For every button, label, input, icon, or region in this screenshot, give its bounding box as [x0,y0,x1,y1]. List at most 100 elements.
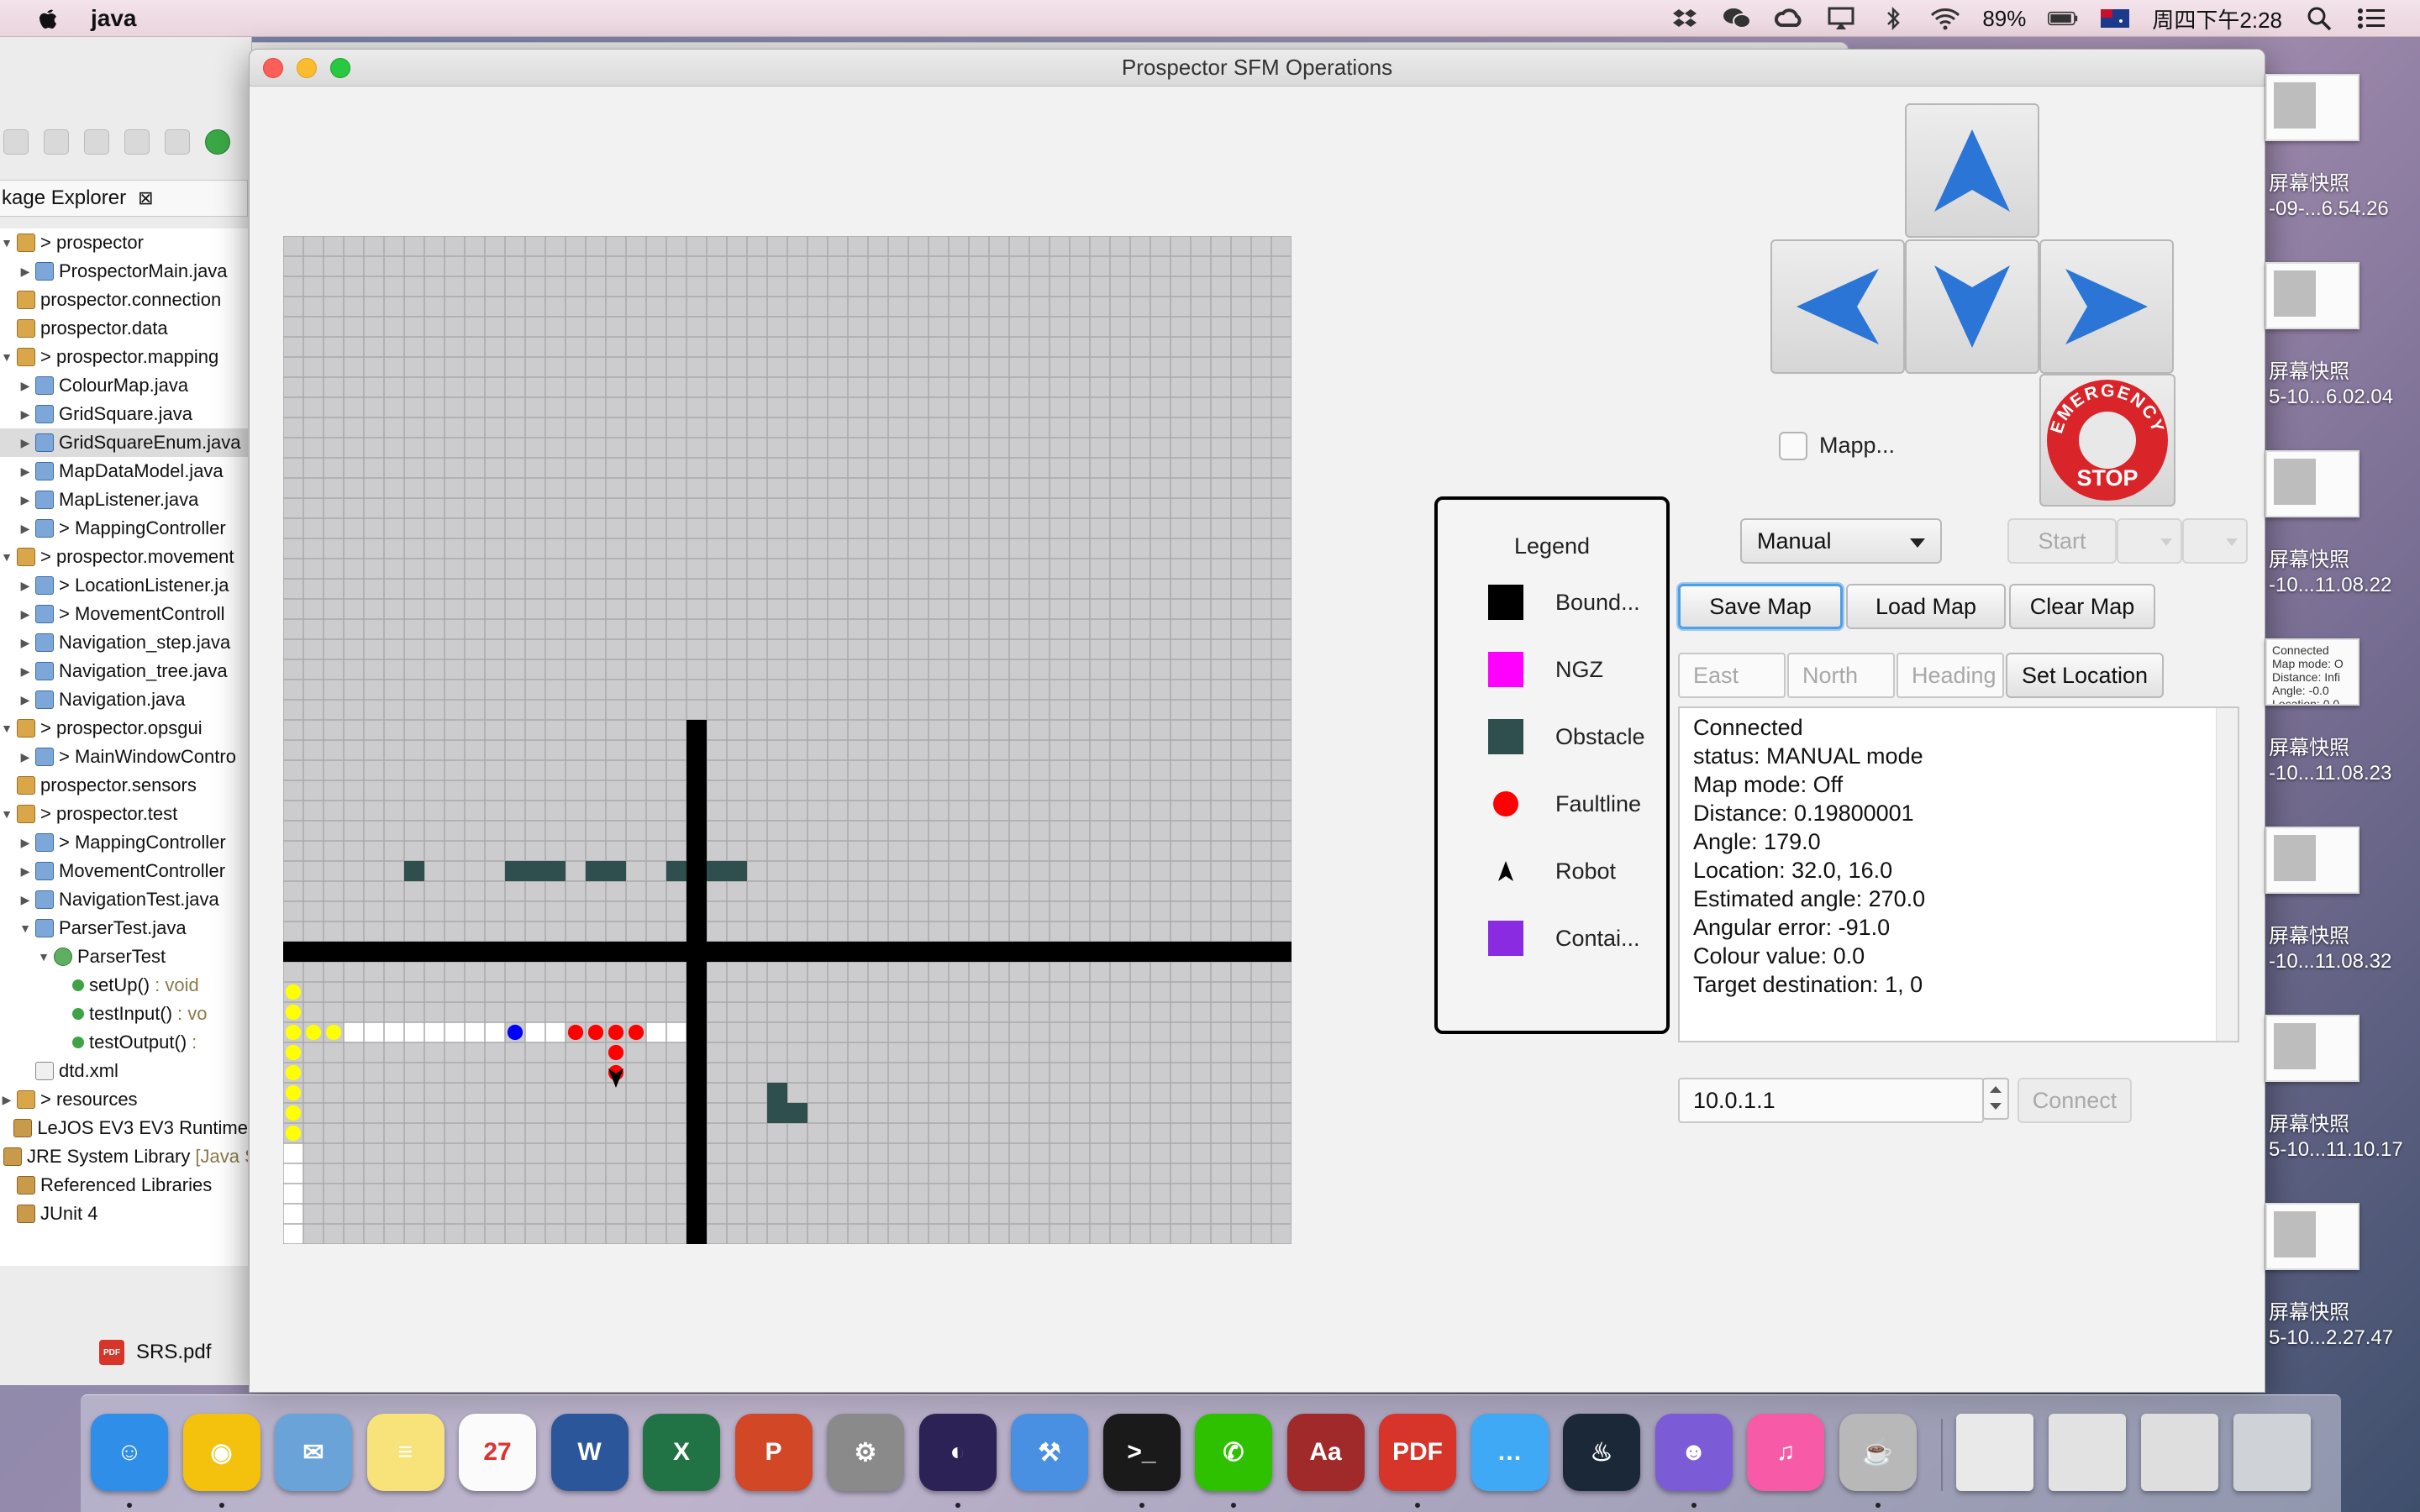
desktop-file-label[interactable]: -10...11.08.22 [2269,573,2391,598]
powerpoint-icon[interactable]: P [734,1414,813,1491]
desktop-file-label[interactable]: 5-10...2.27.47 [2269,1326,2393,1351]
word-icon[interactable]: W [550,1414,629,1491]
tree-item[interactable]: ▼ ParserTest.java [0,914,248,942]
desktop-file-label[interactable]: 屏幕快照 [2269,924,2349,949]
desktop-file-label[interactable]: 5-10...11.10.17 [2269,1137,2403,1163]
desktop-file-label[interactable]: 屏幕快照 [2269,1300,2349,1326]
heading-input[interactable]: Heading [1897,653,2004,698]
active-app-name[interactable]: java [91,5,137,32]
desktop-file-label[interactable]: -10...11.08.32 [2269,949,2391,974]
preview-icon[interactable]: ☕ [1839,1414,1917,1491]
collapsed-triangle-icon[interactable]: ▶ [18,428,32,457]
status-scrollbar[interactable] [2216,708,2238,1041]
spotlight-icon[interactable] [2304,6,2334,31]
expanded-triangle-icon[interactable]: ▼ [0,714,13,743]
collapsed-triangle-icon[interactable]: ▶ [18,257,32,286]
debug-icon[interactable] [165,129,190,155]
tree-item[interactable]: ▶ > MainWindowContro [0,743,248,771]
collapsed-triangle-icon[interactable]: ▶ [18,457,32,486]
close-icon[interactable]: ⊠ [138,187,153,209]
toolbar-button[interactable] [3,129,29,155]
start-button[interactable]: Start [2007,518,2117,564]
save-icon[interactable] [44,129,69,155]
battery-icon[interactable] [2048,6,2078,31]
desktop-file-label[interactable]: -09-...6.54.26 [2269,197,2389,222]
excel-icon[interactable]: X [643,1414,720,1491]
collapsed-triangle-icon[interactable]: ▶ [18,657,32,685]
calendar-icon[interactable]: 27 [459,1414,536,1491]
stack-item-1-icon[interactable] [1956,1414,2033,1491]
tree-item[interactable]: ▶ MapListener.java [0,486,248,514]
expanded-triangle-icon[interactable]: ▼ [0,343,13,371]
collapsed-triangle-icon[interactable]: ▶ [18,828,32,857]
desktop-file-label[interactable]: 屏幕快照 [2269,171,2349,197]
tree-item[interactable]: ▶ ColourMap.java [0,371,248,400]
expanded-triangle-icon[interactable]: ▼ [18,914,32,942]
desktop-screenshot-file[interactable] [2265,827,2360,894]
set-location-button[interactable]: Set Location [2006,653,2164,698]
mode-select[interactable]: Manual [1740,518,1942,564]
chrome-icon[interactable]: ◉ [182,1414,260,1491]
desktop-screenshot-file[interactable] [2265,1015,2360,1082]
tree-item[interactable]: ▶ > MappingController [0,828,248,857]
connect-button[interactable]: Connect [2018,1078,2132,1123]
dictionary-icon[interactable]: Aa [1286,1414,1365,1491]
desktop-screenshot-file[interactable] [2265,1203,2360,1270]
eclipse-icon[interactable]: ◐ [918,1414,997,1491]
status-text-area[interactable]: Connected status: MANUAL mode Map mode: Of… [1678,706,2239,1042]
tree-item[interactable]: prospector.sensors [0,771,248,800]
collapsed-triangle-icon[interactable]: ▶ [0,1085,13,1114]
tree-item[interactable]: ▼ > prospector.opsgui [0,714,248,743]
start-option-select-2[interactable] [2182,518,2248,564]
desktop-file-label[interactable]: 屏幕快照 [2269,360,2349,385]
stack-item-3-icon[interactable] [2141,1414,2218,1491]
run-icon[interactable] [205,129,230,155]
tree-item[interactable]: prospector.connection [0,286,248,314]
apple-icon[interactable] [35,5,59,32]
tree-item[interactable]: testInput(): vo [0,1000,248,1028]
ip-address-input[interactable]: 10.0.1.1 [1678,1078,1984,1123]
tree-item[interactable]: JRE System Library[Java S [0,1142,248,1171]
messages-icon[interactable]: … [1470,1414,1549,1491]
close-window-button[interactable] [263,58,283,78]
steam-icon[interactable]: ♨ [1563,1414,1640,1491]
tree-item[interactable]: ▶ ProspectorMain.java [0,257,248,286]
expanded-triangle-icon[interactable]: ▼ [37,942,50,971]
flag-icon[interactable] [2100,6,2130,31]
clock[interactable]: 周四下午2:28 [2152,3,2282,34]
wifi-icon[interactable] [1930,6,1960,31]
tree-item[interactable]: ▶ > MovementControll [0,600,248,628]
desktop-file-label[interactable]: 屏幕快照 [2269,548,2349,573]
tree-item[interactable]: ▼ > prospector.test [0,800,248,828]
collapsed-triangle-icon[interactable]: ▶ [18,628,32,657]
desktop-screenshot-file[interactable] [2265,74,2360,141]
dropbox-icon[interactable] [1670,6,1700,31]
collapsed-triangle-icon[interactable]: ▶ [18,400,32,428]
tree-item[interactable]: ▶ MovementController [0,857,248,885]
wechat-icon[interactable] [1722,6,1752,31]
notification-center-icon[interactable] [2356,6,2386,31]
xcode-icon[interactable]: ⚒ [1011,1414,1088,1491]
editor-tab-srs[interactable]: PDF SRS.pdf [99,1334,259,1371]
package-explorer-tab[interactable]: kage Explorer ⊠ [0,180,248,217]
tree-item[interactable]: dtd.xml [0,1057,248,1085]
desktop-screenshot-file[interactable]: Connected Map mode: O Distance: Infi Ang… [2265,638,2360,706]
tree-item[interactable]: ▼ ParserTest [0,942,248,971]
tree-item[interactable]: ▶ NavigationTest.java [0,885,248,914]
expanded-triangle-icon[interactable]: ▼ [0,543,13,571]
tree-item[interactable]: testOutput(): [0,1028,248,1057]
map-grid[interactable] [283,236,1292,1244]
collapsed-triangle-icon[interactable]: ▶ [18,743,32,771]
north-input[interactable]: North [1787,653,1895,698]
tree-item[interactable]: ▶ GridSquareEnum.java [0,428,248,457]
desktop-screenshot-file[interactable] [2265,262,2360,329]
collapsed-triangle-icon[interactable]: ▶ [18,685,32,714]
turn-right-button[interactable] [2039,239,2174,374]
collapsed-triangle-icon[interactable]: ▶ [18,486,32,514]
airplay-icon[interactable] [1826,6,1856,31]
pdf-expert-icon[interactable]: PDF [1379,1414,1456,1491]
system-preferences-icon[interactable]: ⚙ [827,1414,904,1491]
expanded-triangle-icon[interactable]: ▼ [0,228,13,257]
tree-item[interactable]: ▶ GridSquare.java [0,400,248,428]
mail-icon[interactable]: ✉ [275,1414,352,1491]
